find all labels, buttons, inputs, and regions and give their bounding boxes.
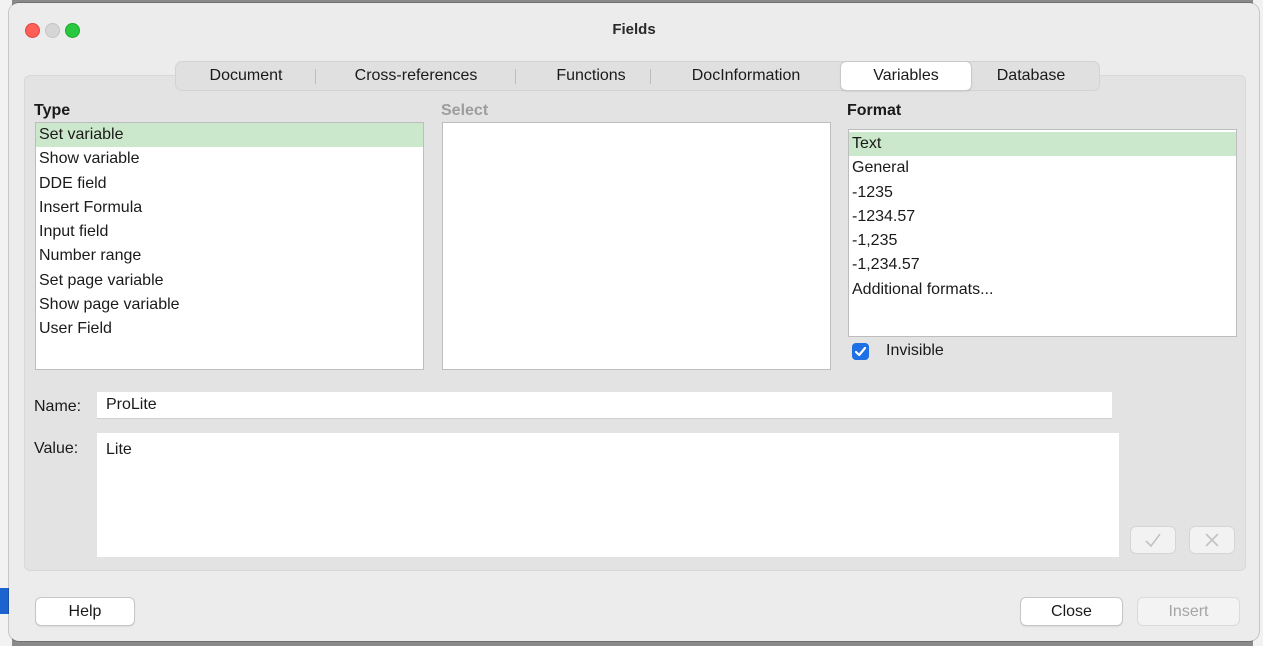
tab-cross-references[interactable]: Cross-references — [336, 62, 496, 90]
window-title: Fields — [612, 21, 656, 38]
close-button[interactable]: Close — [1020, 597, 1123, 626]
tab-functions[interactable]: Functions — [536, 62, 646, 90]
type-heading: Type — [34, 102, 71, 119]
clear-button[interactable] — [1189, 526, 1235, 554]
select-heading: Select — [441, 102, 489, 119]
list-item[interactable]: Input field — [36, 220, 423, 244]
list-item[interactable]: -1,235 — [849, 229, 1236, 253]
checkmark-icon — [1145, 533, 1161, 548]
invisible-label: Invisible — [886, 342, 944, 359]
list-item[interactable]: Show page variable — [36, 293, 423, 317]
list-item[interactable]: Text — [849, 132, 1236, 157]
value-field[interactable]: Lite — [97, 433, 1119, 557]
list-item[interactable]: General — [849, 156, 1236, 180]
list-item[interactable]: -1235 — [849, 181, 1236, 205]
apply-button[interactable] — [1130, 526, 1176, 554]
value-text: Lite — [106, 441, 132, 458]
tab-separator — [315, 69, 316, 84]
tab-separator — [650, 69, 651, 84]
help-button[interactable]: Help — [35, 597, 135, 626]
list-item[interactable]: Show variable — [36, 147, 423, 171]
format-list[interactable]: Text General -1235 -1234.57 -1,235 -1,23… — [848, 129, 1237, 337]
name-field[interactable]: ProLite — [97, 392, 1112, 419]
tab-bar: Document Cross-references Functions DocI… — [175, 61, 1100, 91]
list-item[interactable]: Set page variable — [36, 269, 423, 293]
background-highlight — [0, 588, 9, 614]
list-item[interactable]: Number range — [36, 244, 423, 268]
invisible-checkbox[interactable] — [852, 343, 869, 360]
insert-button[interactable]: Insert — [1137, 597, 1240, 626]
list-item[interactable]: User Field — [36, 317, 423, 341]
list-item[interactable]: Additional formats... — [849, 278, 1236, 302]
list-item[interactable]: Set variable — [36, 123, 423, 148]
list-item[interactable]: Insert Formula — [36, 196, 423, 220]
tab-document[interactable]: Document — [196, 62, 296, 90]
tab-docinformation[interactable]: DocInformation — [671, 62, 821, 90]
format-heading: Format — [847, 102, 902, 119]
list-item[interactable]: DDE field — [36, 172, 423, 196]
fields-dialog: Fields Type Set variable Show variable D… — [9, 3, 1259, 641]
title-bar: Fields — [9, 3, 1259, 57]
tab-separator — [515, 69, 516, 84]
value-label: Value: — [34, 440, 79, 457]
checkmark-icon — [854, 346, 867, 357]
list-item[interactable]: -1,234.57 — [849, 253, 1236, 277]
name-value: ProLite — [106, 396, 157, 413]
list-item[interactable]: -1234.57 — [849, 205, 1236, 229]
select-list[interactable] — [442, 122, 831, 370]
tab-variables[interactable]: Variables — [840, 61, 972, 91]
tab-database[interactable]: Database — [976, 62, 1086, 90]
name-label: Name: — [34, 398, 82, 415]
x-icon — [1205, 533, 1219, 547]
type-list[interactable]: Set variable Show variable DDE field Ins… — [35, 122, 424, 370]
